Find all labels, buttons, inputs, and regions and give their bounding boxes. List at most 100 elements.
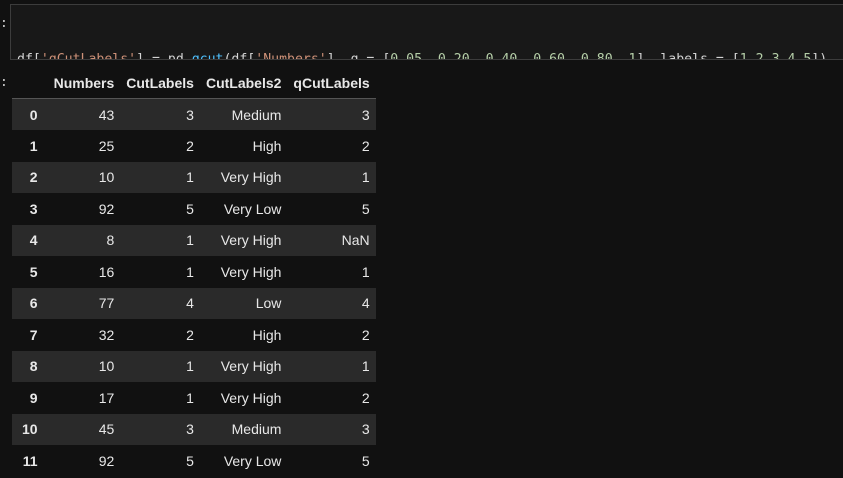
table-cell: 3	[186, 106, 194, 123]
table-row: 6 77 4 Low 4	[12, 287, 376, 319]
row-index: 5	[29, 263, 38, 280]
table-cell: 32	[98, 326, 115, 343]
table-cell: 92	[98, 452, 115, 469]
table-row: 11 92 5 Very Low 5	[12, 445, 376, 477]
code-token: =	[715, 52, 724, 60]
code-token: 0.80	[580, 52, 613, 60]
code-cell[interactable]: df['qCutLabels'] = pd.qcut(df['Numbers']…	[10, 4, 843, 60]
code-token: 0.05	[390, 52, 423, 60]
table-cell: 92	[98, 200, 115, 217]
table-row: 4 8 1 Very High NaN	[12, 224, 376, 256]
code-line-1: df['qCutLabels'] = pd.qcut(df['Numbers']…	[17, 51, 843, 60]
code-token: 0.60	[533, 52, 565, 60]
column-header: CutLabels	[120, 68, 200, 99]
code-token: ,	[747, 52, 756, 60]
table-cell: 3	[186, 421, 194, 438]
table-cell: 25	[98, 137, 115, 154]
table-row: 5 16 1 Very High 1	[12, 256, 376, 288]
code-token: [	[374, 52, 391, 60]
output-area: Numbers CutLabels CutLabels2 qCutLabels 0 4 3…	[12, 68, 376, 477]
table-cell: High	[252, 137, 282, 154]
table-cell: 10	[98, 169, 115, 186]
table-cell: 2	[186, 137, 194, 154]
table-cell: 4	[361, 295, 370, 312]
code-token: 3	[771, 52, 780, 60]
row-index: 1	[29, 137, 38, 154]
input-prompt: :	[0, 16, 8, 31]
table-cell: 1	[186, 358, 194, 375]
code-token: ,	[517, 52, 534, 60]
code-token: 2	[755, 52, 764, 60]
table-row: 2 10 1 Very High 1	[12, 161, 376, 193]
table-cell: Very High	[220, 389, 282, 406]
table-cell: 1	[186, 232, 194, 249]
table-row: 0 43 3 Medium 3	[12, 98, 376, 130]
table-cell: High	[252, 326, 282, 343]
code-token: ], q	[326, 52, 367, 60]
table-cell: 1	[186, 169, 194, 186]
row-index: 10	[22, 421, 38, 438]
table-row: 7 32 2 High 2	[12, 319, 376, 351]
table-body: 0 43 3 Medium 3 1 25 2 High 2 2 10 1 Very High 1 3 92 5 Ve…	[12, 98, 376, 477]
table-cell: Very High	[220, 358, 282, 375]
row-index: 6	[29, 295, 38, 312]
row-index: 3	[29, 200, 38, 217]
table-cell: 16	[98, 263, 115, 280]
table-row: 1 25 2 High 2	[12, 130, 376, 162]
code-token: 1	[628, 52, 637, 60]
column-header: CutLabels2	[199, 68, 288, 99]
table-cell: Low	[255, 295, 282, 312]
table-cell: Very High	[220, 232, 282, 249]
table-cell: 5	[361, 452, 370, 469]
code-token: ,	[565, 52, 581, 60]
code-token: ,	[612, 52, 629, 60]
table-cell: 2	[186, 326, 194, 343]
row-index: 2	[29, 169, 38, 186]
code-token: [	[723, 52, 740, 60]
index-header	[12, 68, 48, 99]
table-header: Numbers CutLabels CutLabels2 qCutLabels	[12, 68, 376, 99]
table-cell: 17	[98, 389, 115, 406]
code-token: 'qCutLabels'	[40, 52, 137, 60]
row-index: 0	[29, 106, 38, 123]
table-cell: 4	[186, 295, 194, 312]
table-cell: Very High	[220, 263, 282, 280]
table-cell: 8	[106, 232, 115, 249]
table-cell: 45	[98, 421, 115, 438]
dataframe-table: Numbers CutLabels CutLabels2 qCutLabels 0 4 3…	[12, 68, 376, 477]
table-cell: Very Low	[223, 452, 282, 469]
code-token: =	[152, 52, 160, 60]
table-cell: 5	[186, 200, 194, 217]
code-token: qcut	[191, 52, 224, 60]
table-cell: 5	[186, 452, 194, 469]
table-cell: 5	[361, 200, 370, 217]
code-token: ])	[811, 52, 828, 60]
row-index: 7	[29, 326, 38, 343]
table-row: 8 10 1 Very High 1	[12, 350, 376, 382]
table-cell: 1	[186, 389, 194, 406]
code-token: 'Numbers'	[255, 52, 327, 60]
table-cell: Medium	[231, 421, 282, 438]
code-token: df[	[17, 52, 41, 60]
table-cell: 77	[98, 295, 115, 312]
row-index: 4	[29, 232, 38, 249]
table-cell: 1	[361, 358, 370, 375]
code-token: ,	[422, 52, 438, 60]
table-row: 3 92 5 Very Low 5	[12, 193, 376, 225]
table-row: 10 45 3 Medium 3	[12, 413, 376, 445]
code-token: ,	[469, 52, 486, 60]
table-cell: Medium	[231, 106, 282, 123]
output-prompt: :	[0, 75, 8, 90]
table-cell: Very Low	[223, 200, 282, 217]
table-cell: 3	[361, 106, 370, 123]
table-cell: 2	[361, 137, 370, 154]
row-index: 11	[22, 452, 38, 469]
code-token: 1	[739, 52, 748, 60]
code-token: ], labels	[636, 52, 716, 60]
table-cell: 2	[361, 326, 370, 343]
table-cell: 2	[361, 389, 370, 406]
table-cell: 1	[361, 169, 370, 186]
table-cell: 3	[361, 421, 370, 438]
column-header: Numbers	[47, 68, 121, 99]
notebook-page: : df['qCutLabels'] = pd.qcut(df['Numbers…	[0, 0, 843, 478]
